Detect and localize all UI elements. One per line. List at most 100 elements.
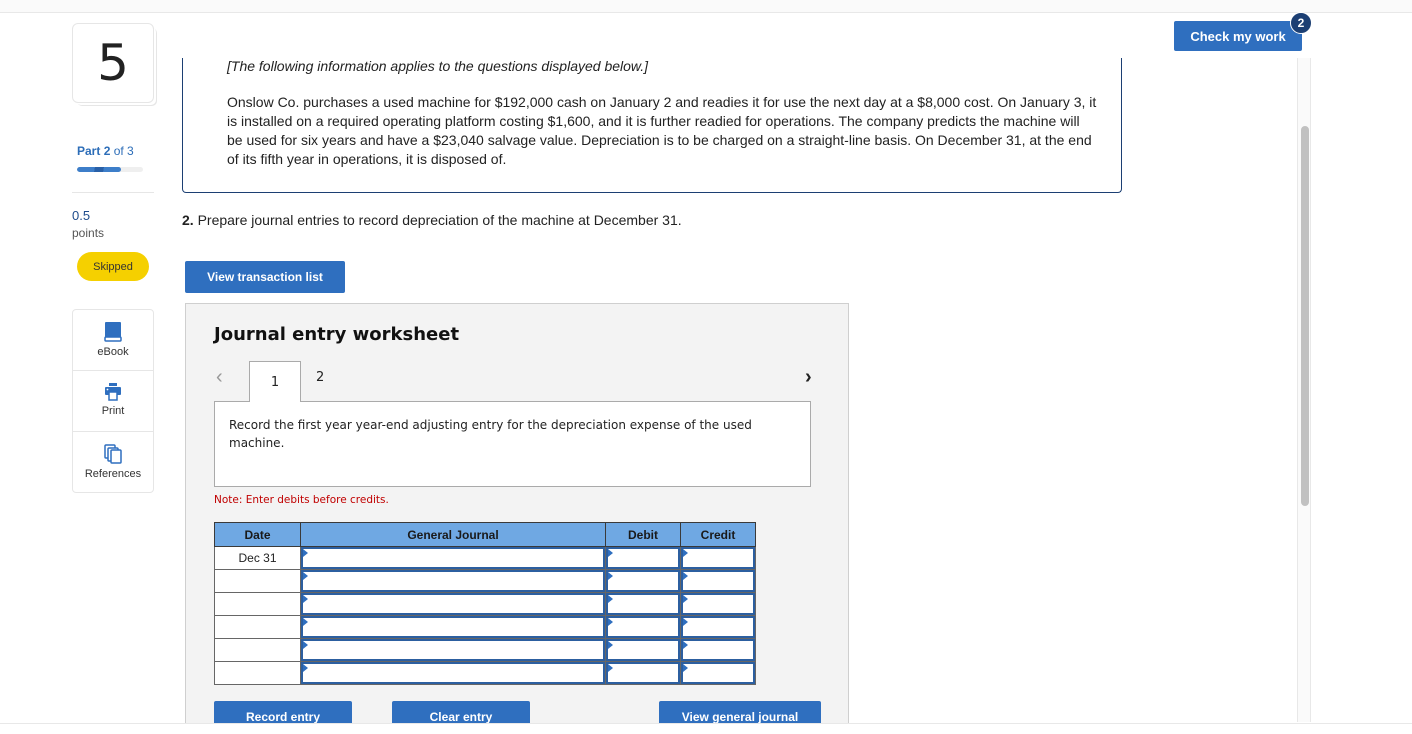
scrollbar-thumb[interactable] bbox=[1301, 126, 1309, 506]
journal-row bbox=[214, 638, 756, 662]
references-button[interactable]: References bbox=[73, 432, 153, 493]
account-input-wrapper bbox=[301, 616, 605, 638]
debit-input-wrapper bbox=[606, 570, 680, 592]
account-cell bbox=[300, 615, 606, 639]
debit-input[interactable] bbox=[608, 618, 678, 636]
credit-input[interactable] bbox=[683, 641, 753, 659]
column-header-debit: Debit bbox=[605, 522, 681, 547]
debit-cell bbox=[605, 592, 681, 616]
print-button[interactable]: Print bbox=[73, 371, 153, 432]
debit-cell bbox=[605, 661, 681, 685]
check-attempts-badge: 2 bbox=[1290, 12, 1312, 34]
debit-cell bbox=[605, 638, 681, 662]
entry-description: Record the first year year-end adjusting… bbox=[214, 401, 811, 487]
account-input[interactable] bbox=[303, 618, 603, 636]
date-cell bbox=[214, 569, 301, 593]
debit-input[interactable] bbox=[608, 572, 678, 590]
date-cell bbox=[214, 661, 301, 685]
view-transaction-list-button[interactable]: View transaction list bbox=[185, 261, 345, 293]
bottom-bar bbox=[0, 723, 1412, 734]
printer-icon bbox=[104, 383, 122, 401]
account-input-wrapper bbox=[301, 662, 605, 684]
account-cell bbox=[300, 569, 606, 593]
debit-input[interactable] bbox=[608, 595, 678, 613]
date-cell bbox=[214, 615, 301, 639]
debit-input-wrapper bbox=[606, 547, 680, 569]
account-input[interactable] bbox=[303, 572, 603, 590]
journal-row: Dec 31 bbox=[214, 546, 756, 570]
date-cell: Dec 31 bbox=[214, 546, 301, 570]
question-number: 5 bbox=[97, 34, 129, 92]
account-input-wrapper bbox=[301, 593, 605, 615]
date-cell bbox=[214, 592, 301, 616]
points-value: 0.5 bbox=[72, 208, 91, 223]
copy-pages-icon bbox=[104, 444, 122, 464]
next-entry-chevron-icon[interactable]: › bbox=[805, 366, 812, 389]
date-cell bbox=[214, 638, 301, 662]
tab-entry-2[interactable]: 2 bbox=[316, 370, 324, 385]
credit-input-wrapper bbox=[681, 570, 755, 592]
credit-cell bbox=[680, 661, 756, 685]
account-cell bbox=[300, 661, 606, 685]
journal-table: Date General Journal Debit Credit Dec 31 bbox=[214, 522, 756, 685]
debit-input-wrapper bbox=[606, 662, 680, 684]
points-label: points bbox=[72, 226, 105, 240]
prev-entry-chevron-icon[interactable]: ‹ bbox=[216, 366, 223, 389]
account-input-wrapper bbox=[301, 639, 605, 661]
account-cell bbox=[300, 546, 606, 570]
journal-entry-worksheet: Journal entry worksheet ‹ 1 2 › Record t… bbox=[185, 303, 849, 733]
part-progress-fill bbox=[77, 167, 122, 172]
debit-cell bbox=[605, 546, 681, 570]
debit-cell bbox=[605, 615, 681, 639]
credit-cell bbox=[680, 546, 756, 570]
account-input-wrapper bbox=[301, 547, 605, 569]
credit-input[interactable] bbox=[683, 572, 753, 590]
info-box: [The following information applies to th… bbox=[182, 58, 1122, 193]
credit-input[interactable] bbox=[683, 549, 753, 567]
credit-input-wrapper bbox=[681, 616, 755, 638]
scrollbar[interactable] bbox=[1297, 58, 1311, 722]
account-cell bbox=[300, 592, 606, 616]
column-header-date: Date bbox=[214, 522, 301, 547]
top-bar bbox=[0, 0, 1412, 13]
entry-note: Note: Enter debits before credits. bbox=[214, 494, 389, 506]
debit-input[interactable] bbox=[608, 549, 678, 567]
account-input[interactable] bbox=[303, 664, 603, 682]
credit-input-wrapper bbox=[681, 547, 755, 569]
info-text: Onslow Co. purchases a used machine for … bbox=[227, 94, 1097, 167]
info-lead: [The following information applies to th… bbox=[227, 58, 649, 74]
account-input-wrapper bbox=[301, 570, 605, 592]
status-badge: Skipped bbox=[77, 252, 149, 281]
credit-input[interactable] bbox=[683, 595, 753, 613]
part-progress-bar bbox=[77, 167, 143, 172]
credit-input[interactable] bbox=[683, 618, 753, 636]
credit-cell bbox=[680, 615, 756, 639]
tools-panel: eBook Print References bbox=[72, 309, 154, 493]
account-cell bbox=[300, 638, 606, 662]
book-icon bbox=[104, 322, 122, 342]
journal-header-row: Date General Journal Debit Credit bbox=[214, 522, 756, 547]
account-input[interactable] bbox=[303, 641, 603, 659]
account-input[interactable] bbox=[303, 595, 603, 613]
tab-entry-1[interactable]: 1 bbox=[249, 361, 301, 402]
references-label: References bbox=[84, 468, 142, 480]
check-my-work-button[interactable]: Check my work bbox=[1174, 21, 1302, 51]
question-number-card: 5 bbox=[72, 23, 154, 103]
account-input[interactable] bbox=[303, 549, 603, 567]
credit-cell bbox=[680, 569, 756, 593]
debit-cell bbox=[605, 569, 681, 593]
debit-input-wrapper bbox=[606, 639, 680, 661]
question-text: Prepare journal entries to record deprec… bbox=[197, 212, 682, 228]
debit-input-wrapper bbox=[606, 616, 680, 638]
debit-input[interactable] bbox=[608, 664, 678, 682]
worksheet-title: Journal entry worksheet bbox=[214, 324, 460, 345]
debit-input[interactable] bbox=[608, 641, 678, 659]
question-prompt: 2. Prepare journal entries to record dep… bbox=[182, 212, 682, 228]
column-header-credit: Credit bbox=[680, 522, 756, 547]
part-current: 2 bbox=[103, 144, 111, 158]
credit-input[interactable] bbox=[683, 664, 753, 682]
question-number-label: 2. bbox=[182, 212, 194, 228]
debit-input-wrapper bbox=[606, 593, 680, 615]
credit-input-wrapper bbox=[681, 593, 755, 615]
ebook-button[interactable]: eBook bbox=[73, 310, 153, 371]
